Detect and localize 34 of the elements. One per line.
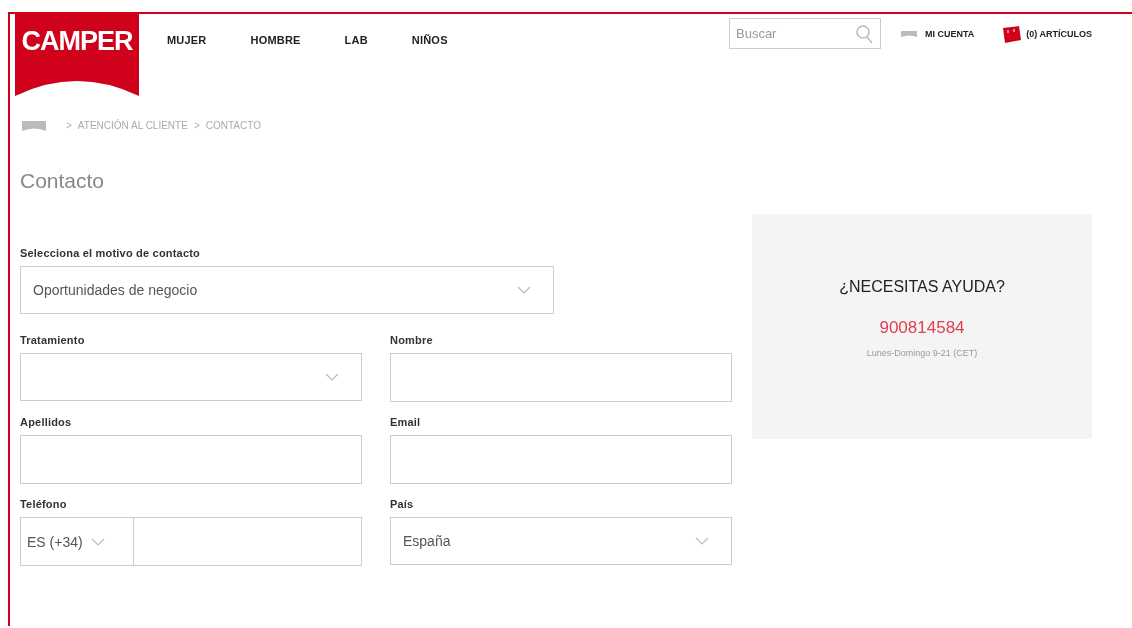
flag-icon[interactable] bbox=[22, 120, 46, 131]
chevron-down-icon bbox=[695, 537, 709, 545]
help-title: ¿NECESITAS AYUDA? bbox=[839, 278, 1005, 296]
phone-link[interactable]: 900814584 bbox=[879, 318, 965, 338]
field-label: Selecciona el motivo de contacto bbox=[20, 247, 201, 259]
opening-hours: Lunes-Domingo 9-21 (CET) bbox=[866, 348, 978, 358]
nav-link[interactable]: MUJER bbox=[167, 34, 207, 46]
cart-link[interactable]: (0) ARTÍCULOS bbox=[1026, 28, 1092, 39]
chevron-down-icon bbox=[517, 286, 531, 294]
breadcrumb-separator: > bbox=[193, 120, 200, 131]
nav-link[interactable]: NIÑOS bbox=[411, 34, 448, 46]
nav-link[interactable]: LAB bbox=[344, 34, 368, 46]
field-label: País bbox=[390, 498, 415, 510]
input-field[interactable] bbox=[390, 353, 732, 402]
chevron-down-icon bbox=[325, 373, 339, 381]
field-label: Teléfono bbox=[20, 498, 68, 510]
nav-link[interactable]: HOMBRE bbox=[250, 34, 301, 46]
logo[interactable]: CAMPER bbox=[15, 12, 139, 96]
field-label: Apellidos bbox=[20, 416, 73, 428]
account-link[interactable]: MI CUENTA bbox=[925, 28, 975, 39]
page-title: Contacto bbox=[20, 169, 106, 193]
field-label: Nombre bbox=[390, 334, 434, 346]
bag-icon bbox=[1000, 23, 1023, 44]
search-field[interactable]: Buscar bbox=[729, 18, 881, 49]
search-icon bbox=[855, 24, 873, 44]
input-field[interactable] bbox=[390, 435, 732, 484]
flag-icon bbox=[901, 30, 917, 37]
select-field[interactable]: España bbox=[390, 517, 732, 565]
select-field[interactable]: Oportunidades de negocio bbox=[20, 266, 554, 314]
breadcrumb-separator: > bbox=[66, 120, 72, 131]
select-field[interactable] bbox=[20, 353, 362, 401]
field-label: Email bbox=[390, 416, 422, 428]
input-field[interactable] bbox=[20, 435, 362, 484]
field-label: Tratamiento bbox=[20, 334, 86, 346]
